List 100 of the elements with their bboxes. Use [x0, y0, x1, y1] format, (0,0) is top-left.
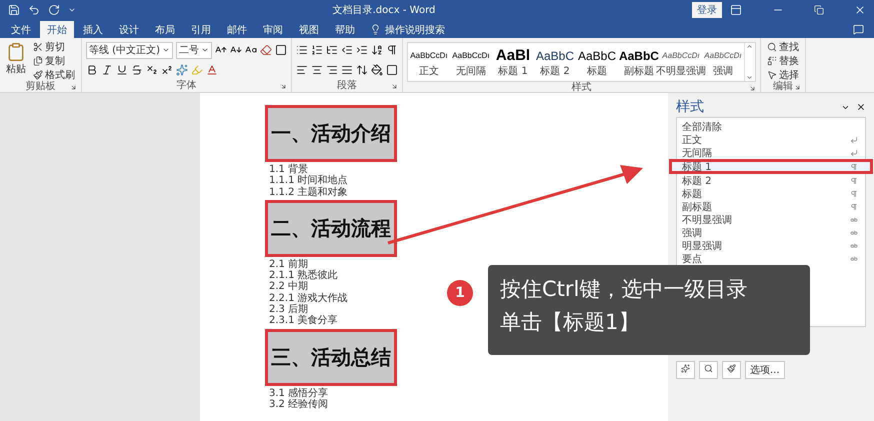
- ribbon-tab[interactable]: 邮件: [220, 21, 254, 38]
- more-styles-icon[interactable]: [746, 74, 754, 81]
- style-list-item[interactable]: 标题 1: [669, 159, 873, 174]
- save-icon[interactable]: [8, 4, 20, 16]
- sort-icon[interactable]: [370, 44, 383, 56]
- scroll-up-icon[interactable]: [746, 43, 754, 50]
- ribbon-tab[interactable]: 文件: [4, 21, 38, 38]
- redo-icon[interactable]: [48, 4, 60, 16]
- customize-caret-icon[interactable]: [68, 6, 76, 14]
- style-list-item[interactable]: 标题: [677, 187, 865, 200]
- font-size-field[interactable]: 二号: [176, 42, 212, 58]
- style-list-item[interactable]: 无间隔: [677, 146, 865, 159]
- toc-entry: 2.1 前期: [269, 258, 308, 270]
- lightbulb-icon[interactable]: [370, 24, 381, 35]
- tell-me-search[interactable]: 操作说明搜索: [364, 21, 451, 38]
- multilevel-list-icon[interactable]: [326, 44, 338, 56]
- borders-icon[interactable]: [386, 64, 398, 76]
- pilcrow-icon: [850, 190, 858, 198]
- pane-title: 样式: [676, 98, 705, 116]
- tooltip-text: 单击【标题1】: [500, 309, 640, 336]
- new-style-button[interactable]: [676, 361, 695, 379]
- align-left-icon[interactable]: [296, 64, 308, 76]
- ribbon-tab[interactable]: 开始: [40, 21, 74, 38]
- replace-button[interactable]: 替换: [764, 54, 801, 67]
- copy-button[interactable]: 复制: [31, 54, 77, 67]
- character-border-icon[interactable]: [274, 44, 287, 56]
- toc-entry: 2.2 中期: [269, 281, 308, 292]
- align-center-icon[interactable]: [310, 64, 323, 76]
- format-painter-button[interactable]: 格式刷: [31, 68, 77, 81]
- subscript-icon[interactable]: [146, 64, 158, 76]
- ribbon-tab[interactable]: 布局: [148, 21, 182, 38]
- style-list-item[interactable]: 正文: [677, 133, 865, 146]
- ribbon-tab[interactable]: 插入: [76, 21, 110, 38]
- font-name-field[interactable]: 等线 (中文正文): [86, 42, 173, 58]
- style-list-item[interactable]: 不明显强调: [677, 213, 865, 226]
- find-button[interactable]: 查找: [764, 40, 801, 53]
- restore-icon[interactable]: [814, 5, 824, 15]
- undo-icon[interactable]: [28, 4, 40, 16]
- cut-button[interactable]: 剪切: [31, 40, 77, 53]
- close-icon[interactable]: [854, 4, 866, 16]
- sign-in-button[interactable]: 登录: [692, 2, 722, 18]
- bold-icon[interactable]: [86, 64, 98, 76]
- ribbon-tab[interactable]: 设计: [112, 21, 146, 38]
- line-spacing-icon[interactable]: [356, 64, 368, 76]
- eraser-icon[interactable]: [260, 44, 272, 56]
- increase-indent-icon[interactable]: [356, 44, 368, 56]
- dialog-launcher-icon[interactable]: [280, 83, 287, 90]
- heading-text: 一、活动介绍: [265, 105, 397, 162]
- numbering-icon[interactable]: [310, 44, 323, 56]
- align-right-icon[interactable]: [326, 64, 338, 76]
- paste-button[interactable]: 粘贴: [4, 40, 28, 81]
- style-gallery-item[interactable]: AaBbCcDı 无间隔: [450, 43, 492, 81]
- dialog-launcher-icon[interactable]: [390, 83, 398, 90]
- ribbon-tab[interactable]: 帮助: [328, 21, 362, 38]
- decrease-indent-icon[interactable]: [340, 44, 353, 56]
- toc-entry: 2.3.1 美食分享: [269, 315, 338, 327]
- caret-icon: [162, 46, 170, 54]
- dialog-launcher-icon[interactable]: [794, 84, 801, 91]
- style-gallery-item[interactable]: AaBbCcDı 正文: [408, 43, 450, 81]
- toc-entry: 1.1 背景: [269, 164, 308, 175]
- ribbon-tab[interactable]: 视图: [292, 21, 326, 38]
- text-effects-icon[interactable]: [176, 64, 188, 76]
- pilcrow-icon: [850, 162, 858, 170]
- style-list-item[interactable]: 明显强调: [677, 239, 865, 252]
- ribbon-tab[interactable]: 引用: [184, 21, 218, 38]
- ribbon-tab[interactable]: 审阅: [256, 21, 290, 38]
- style-list-item[interactable]: 要点: [677, 252, 865, 265]
- style-list-item[interactable]: 标题 2: [677, 174, 865, 187]
- toc-entry: 2.1.1 熟悉彼此: [269, 270, 338, 282]
- style-list-item[interactable]: 全部清除: [677, 120, 865, 133]
- heading-text: 二、活动流程: [265, 200, 397, 257]
- font-color-icon[interactable]: [206, 64, 218, 76]
- style-gallery-item[interactable]: AaBbC 标题: [576, 43, 618, 81]
- style-gallery-item[interactable]: AaBbC 标题 2: [534, 43, 576, 81]
- character-style-icon: [850, 254, 858, 262]
- show-marks-icon[interactable]: [386, 44, 398, 56]
- character-style-icon: [850, 242, 858, 250]
- underline-icon[interactable]: [116, 64, 128, 76]
- inspector-icon: [704, 364, 713, 373]
- ribbon-display-icon[interactable]: [730, 4, 742, 16]
- toc-entry: 1.1.1 时间和地点: [269, 175, 348, 186]
- close-icon[interactable]: [856, 102, 866, 112]
- strikethrough-icon[interactable]: [131, 64, 143, 76]
- shading-icon[interactable]: [370, 64, 383, 76]
- style-inspector-button[interactable]: [699, 361, 718, 379]
- select-button[interactable]: 选择: [764, 68, 801, 81]
- comment-icon[interactable]: [853, 24, 864, 35]
- justify-icon[interactable]: [340, 64, 353, 76]
- superscript-icon[interactable]: [161, 64, 173, 76]
- dialog-launcher-icon[interactable]: [748, 85, 756, 92]
- dialog-launcher-icon[interactable]: [70, 84, 77, 91]
- group-label: 字体: [176, 80, 196, 92]
- manage-styles-button[interactable]: [722, 361, 741, 379]
- style-gallery-item[interactable]: AaBl 标题 1: [492, 43, 534, 81]
- style-list-item[interactable]: 强调: [677, 226, 865, 239]
- options-button[interactable]: 选项...: [745, 361, 785, 379]
- toc-entry: 3.2 经验传阅: [269, 398, 328, 410]
- italic-icon[interactable]: [101, 64, 113, 76]
- style-list-item[interactable]: 副标题: [677, 200, 865, 213]
- group-label: 样式: [571, 82, 592, 94]
